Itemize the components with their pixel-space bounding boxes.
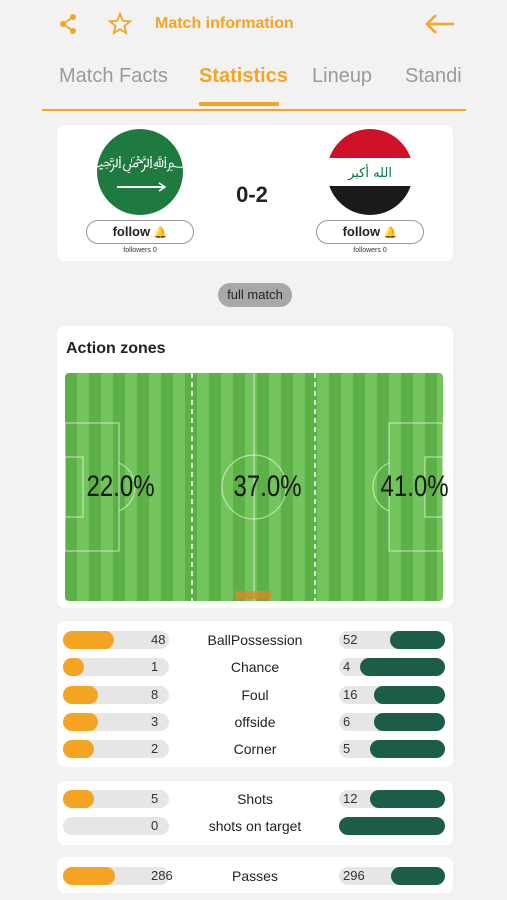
- away-bar-fill: [360, 658, 445, 677]
- home-bar-fill: [63, 790, 94, 808]
- page-title: Match information: [155, 15, 294, 32]
- match-score: 0-2: [236, 182, 268, 207]
- stat-label: Corner: [233, 741, 277, 758]
- away-team-flag: الله أكبر: [327, 129, 413, 215]
- period-selector[interactable]: full match: [218, 283, 292, 307]
- home-bar-fill: [63, 712, 98, 731]
- stat-label: Passes: [232, 868, 278, 884]
- away-bar-fill: [339, 817, 445, 835]
- stat-row: 0 shots on target: [63, 817, 445, 837]
- zone-right-percent: 41.0%: [380, 470, 449, 503]
- tab-lineup[interactable]: Lineup: [312, 65, 372, 88]
- bell-icon: 🔔: [383, 227, 398, 239]
- home-bar-fill: [63, 740, 94, 759]
- bell-icon: 🔔: [153, 227, 168, 239]
- home-value: 2: [151, 741, 159, 757]
- stat-label: BallPossession: [207, 632, 303, 648]
- home-value: 286: [151, 868, 173, 883]
- home-team-flag: ﷽: [97, 129, 183, 215]
- stat-row: 8 Foul 16: [63, 685, 445, 706]
- stat-label: offside: [234, 713, 276, 730]
- stat-label: Shots: [237, 791, 273, 807]
- away-follow-button[interactable]: follow 🔔: [316, 220, 424, 244]
- away-value: 296: [343, 868, 365, 883]
- home-followers-count: followers 0: [123, 247, 157, 254]
- stat-row: 5 Shots 12: [63, 790, 445, 810]
- away-bar-fill: [391, 867, 445, 885]
- home-bar-fill: [63, 685, 98, 704]
- home-bar-fill: [63, 867, 115, 885]
- home-follow-label: follow: [112, 224, 151, 239]
- stat-row: 286 Passes 296: [63, 867, 445, 887]
- zone-left-percent: 22.0%: [86, 470, 155, 503]
- share-icon[interactable]: [58, 13, 80, 35]
- away-followers-count: followers 0: [353, 247, 387, 254]
- tab-bar: Match Facts Statistics Lineup Standi: [42, 55, 466, 111]
- home-value: 3: [151, 713, 159, 729]
- away-bar-fill: [374, 712, 445, 731]
- home-value: 5: [151, 791, 159, 806]
- home-bar-fill: [63, 631, 114, 649]
- away-value: 16: [343, 686, 358, 702]
- away-value: 6: [343, 713, 351, 729]
- stat-row: 48 BallPossession 52: [63, 631, 445, 651]
- star-icon[interactable]: [108, 12, 132, 36]
- tab-standings[interactable]: Standi: [405, 65, 462, 88]
- zone-middle-percent: 37.0%: [233, 470, 302, 503]
- svg-text:الله أكبر: الله أكبر: [347, 164, 392, 181]
- action-zones-title: Action zones: [66, 340, 166, 357]
- back-arrow-icon[interactable]: [424, 12, 456, 36]
- stat-label: Chance: [230, 659, 280, 676]
- home-follow-button[interactable]: follow 🔔: [86, 220, 194, 244]
- stat-label: Foul: [241, 686, 269, 703]
- home-value: 48: [151, 632, 166, 647]
- active-tab-indicator: [199, 102, 279, 106]
- top-bar: Match information: [0, 0, 507, 50]
- home-bar-fill: [63, 658, 84, 677]
- tab-match-facts[interactable]: Match Facts: [59, 65, 168, 88]
- stat-row: 2 Corner 5: [63, 740, 445, 760]
- away-follow-label: follow: [342, 224, 381, 239]
- home-value: 1: [151, 659, 159, 675]
- svg-text:﷽: ﷽: [97, 152, 183, 174]
- away-bar-fill: [370, 740, 445, 759]
- away-bar-fill: [390, 631, 445, 649]
- away-value: 12: [343, 791, 358, 806]
- away-bar-fill: [370, 790, 445, 808]
- away-value: 4: [343, 659, 351, 675]
- stat-row: 3 offside 6: [63, 712, 445, 733]
- away-value: 5: [343, 741, 351, 757]
- away-value: 52: [343, 632, 358, 647]
- away-bar-fill: [374, 685, 445, 704]
- stat-label: shots on target: [208, 818, 302, 834]
- home-value: 8: [151, 686, 159, 702]
- home-value: 0: [151, 818, 159, 833]
- tab-statistics[interactable]: Statistics: [199, 65, 288, 88]
- stat-row: 1 Chance 4: [63, 658, 445, 678]
